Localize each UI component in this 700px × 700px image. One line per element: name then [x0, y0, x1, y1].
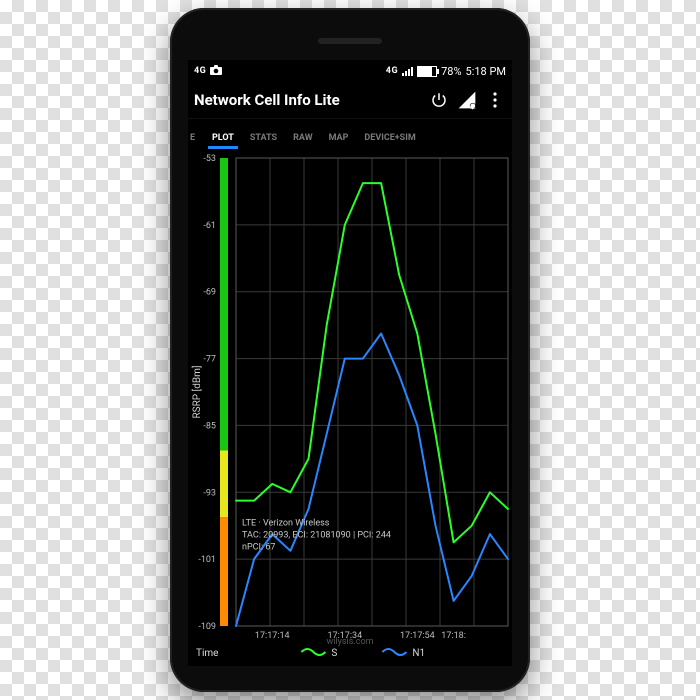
signal-settings-icon[interactable]	[456, 89, 478, 111]
tab-gauge-clip[interactable]: E	[188, 133, 204, 149]
svg-text:17:17:14: 17:17:14	[255, 631, 290, 641]
svg-text:-93: -93	[203, 488, 216, 498]
phone-frame: 4G 4G 78% 5:18 PM Network Cell Info Lite	[170, 8, 530, 692]
svg-text:-109: -109	[198, 622, 216, 632]
svg-text:LTE · Verizon Wireless: LTE · Verizon Wireless	[242, 519, 330, 529]
tab-stats[interactable]: STATS	[242, 133, 285, 149]
svg-text:-85: -85	[203, 421, 216, 431]
camera-icon	[210, 65, 223, 78]
phone-speaker	[318, 38, 382, 44]
svg-text:-53: -53	[203, 154, 216, 164]
screen: 4G 4G 78% 5:18 PM Network Cell Info Lite	[188, 60, 512, 666]
status-bar: 4G 4G 78% 5:18 PM	[188, 60, 512, 82]
svg-text:17:17:54: 17:17:54	[400, 631, 435, 641]
svg-text:-61: -61	[203, 221, 216, 231]
network-4g-icon-right: 4G	[386, 66, 398, 76]
tab-device-sim[interactable]: DEVICE+SIM	[356, 133, 423, 149]
svg-text:N1: N1	[412, 648, 425, 659]
power-icon[interactable]	[428, 89, 450, 111]
svg-text:TAC: 20993, ECI: 21081090 | PC: TAC: 20993, ECI: 21081090 | PCI: 244	[242, 531, 391, 541]
action-bar: Network Cell Info Lite	[188, 82, 512, 119]
svg-text:Time: Time	[196, 648, 218, 659]
svg-text:-69: -69	[203, 288, 216, 298]
svg-text:17:18:: 17:18:	[441, 631, 466, 641]
battery-percent: 78%	[441, 65, 461, 78]
tab-raw[interactable]: RAW	[285, 133, 320, 149]
svg-text:nPCI: 67: nPCI: 67	[242, 543, 275, 553]
signal-icon	[402, 66, 413, 76]
network-4g-icon: 4G	[194, 66, 206, 76]
battery-icon	[417, 66, 437, 77]
clock: 5:18 PM	[466, 65, 506, 78]
overflow-menu-icon[interactable]	[484, 89, 506, 111]
tab-bar: E PLOT STATS RAW MAP DEVICE+SIM	[188, 119, 512, 149]
plot-area[interactable]: -53 -61 -69 -77 -85 -93 -101 -109 17:17:14 17:17:…	[188, 152, 512, 666]
svg-text:RSRP [dBm]: RSRP [dBm]	[191, 366, 203, 419]
svg-text:-77: -77	[203, 355, 216, 365]
app-title: Network Cell Info Lite	[194, 91, 422, 109]
signal-chart: -53 -61 -69 -77 -85 -93 -101 -109 17:17:14 17:17:…	[188, 152, 512, 666]
svg-text:wilysis.com: wilysis.com	[327, 637, 374, 647]
tab-plot[interactable]: PLOT	[204, 133, 242, 149]
svg-text:-101: -101	[198, 555, 216, 565]
svg-text:S: S	[331, 648, 337, 659]
tab-map[interactable]: MAP	[321, 133, 357, 149]
